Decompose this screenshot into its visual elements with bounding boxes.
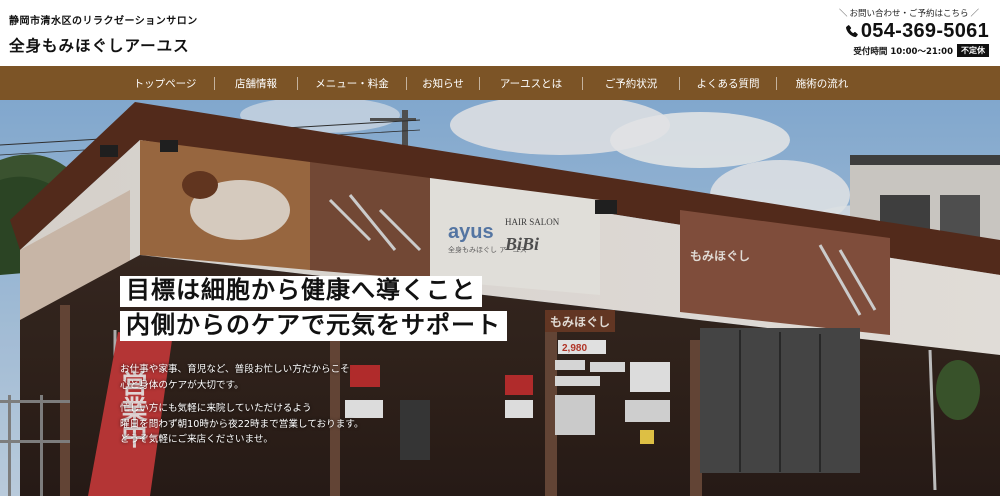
- closed-badge: 不定休: [957, 44, 989, 57]
- hero-body-line: 心と身体のケアが大切です。: [120, 379, 244, 391]
- hero: ayus 全身もみほぐし アーユス HAIR SALON BiBi もみほぐし …: [0, 100, 1000, 496]
- slash-left-icon: ＼: [838, 9, 848, 19]
- hero-headline-line-1: 目標は細胞から健康へ導くこと: [120, 276, 482, 307]
- hero-headline: 目標は細胞から健康へ導くこと 内側からのケアで元気をサポート: [120, 276, 507, 342]
- nav-item-menu-price[interactable]: メニュー・料金: [298, 76, 406, 91]
- contact-box: ＼ お問い合わせ・ご予約はこちら／ 054-369-5061 受付時間 10:00…: [829, 7, 989, 57]
- nav-item-flow[interactable]: 施術の流れ: [777, 76, 867, 91]
- slash-right-icon: ／: [970, 9, 980, 19]
- hero-body-line: どうぞ気軽にご来店くださいませ。: [120, 434, 274, 445]
- nav-item-about[interactable]: アーユスとは: [480, 76, 582, 91]
- brand[interactable]: 静岡市清水区のリラクゼーションサロン 全身もみほぐしアーユス: [9, 12, 198, 56]
- hero-body-copy: お仕事や家事、育児など、普段お忙しい方だからこそ 心と身体のケアが大切です。 忙…: [120, 362, 364, 448]
- contact-caption-row: ＼ お問い合わせ・ご予約はこちら／: [829, 7, 989, 19]
- nav-item-reservation[interactable]: ご予約状況: [583, 76, 679, 91]
- nav-item-faq[interactable]: よくある質問: [680, 76, 776, 91]
- site-header: 静岡市清水区のリラクゼーションサロン 全身もみほぐしアーユス ＼ お問い合わせ・ご…: [0, 0, 1000, 66]
- hours-text: 受付時間 10:00〜21:00: [853, 46, 953, 57]
- global-nav: トップページ 店舗情報 メニュー・料金 お知らせ アーユスとは ご予約状況 よく…: [0, 66, 1000, 100]
- phone-number[interactable]: 054-369-5061: [861, 20, 989, 43]
- business-hours: 受付時間 10:00〜21:00 不定休: [829, 44, 989, 57]
- nav-item-news[interactable]: お知らせ: [407, 76, 479, 91]
- nav-item-store-info[interactable]: 店舗情報: [215, 76, 297, 91]
- hero-body-line: 忙しい方にも気軽に来院していただけるよう: [120, 403, 312, 414]
- hero-headline-line-2: 内側からのケアで元気をサポート: [120, 310, 507, 342]
- phone-icon: [845, 25, 858, 38]
- brand-tagline: 静岡市清水区のリラクゼーションサロン: [9, 16, 198, 27]
- phone-link[interactable]: 054-369-5061: [829, 20, 989, 43]
- contact-caption: お問い合わせ・ご予約はこちら: [849, 9, 969, 19]
- nav-item-top[interactable]: トップページ: [116, 76, 214, 91]
- hero-body-spacer: [120, 393, 364, 401]
- site-logo-text[interactable]: 全身もみほぐしアーユス: [9, 34, 198, 56]
- hero-body-line: 曜日を問わず朝10時から夜22時まで営業しております。: [120, 418, 364, 430]
- hero-body-line: お仕事や家事、育児など、普段お忙しい方だからこそ: [120, 364, 350, 375]
